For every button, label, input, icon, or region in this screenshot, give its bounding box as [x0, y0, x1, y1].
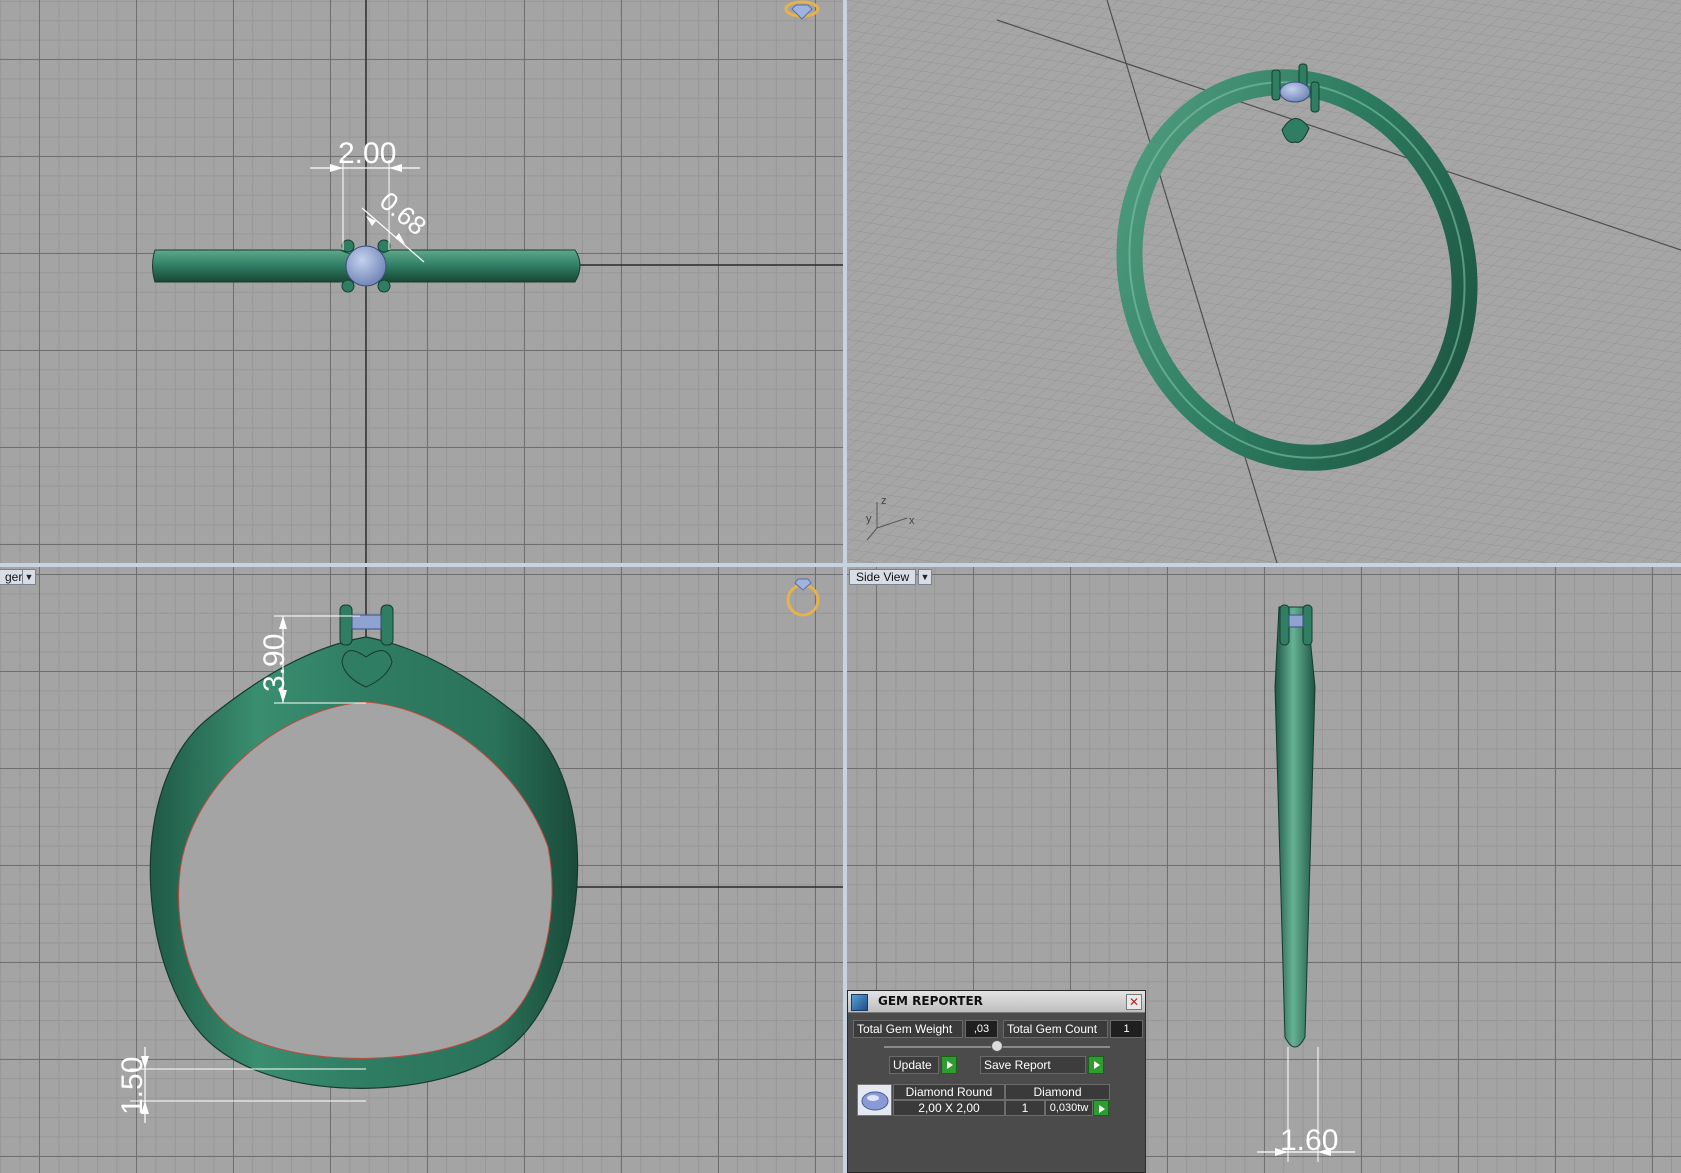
dim-3-90: 3.90	[258, 634, 291, 692]
viewport-separator-horizontal[interactable]	[0, 563, 1681, 567]
axis-y-label: y	[866, 513, 872, 525]
prong	[341, 279, 355, 293]
perspective-viewport[interactable]: z x y	[847, 0, 1681, 563]
gem-weight-cell: 0,030tw	[1045, 1100, 1093, 1116]
top-view-scene: 2.00 0.68	[152, 0, 843, 563]
front-view-scene: 3.90 1.50	[116, 567, 843, 1123]
front-view-dropdown-icon[interactable]: ▼	[22, 569, 36, 585]
side-view-dropdown-icon[interactable]: ▼	[918, 569, 932, 585]
axis-x-label: x	[909, 515, 915, 527]
gem-slider-knob[interactable]	[991, 1040, 1003, 1052]
gem-reporter-panel: GEM REPORTER ✕ Total Gem Weight ,03 Tota…	[847, 990, 1146, 1173]
close-icon[interactable]: ✕	[1126, 994, 1142, 1010]
view-ring-icon	[786, 578, 820, 617]
prong	[377, 239, 391, 253]
axis-z-label: z	[881, 495, 887, 507]
update-go-icon[interactable]	[941, 1056, 957, 1074]
save-report-go-icon[interactable]	[1088, 1056, 1104, 1074]
dim-0-68: 0.68	[374, 186, 432, 242]
gem-name-cell: Diamond Round	[893, 1084, 1005, 1100]
dim-1-50: 1.50	[116, 1057, 149, 1115]
total-gem-weight-label: Total Gem Weight	[853, 1020, 963, 1038]
gem-reporter-title: GEM REPORTER	[878, 994, 983, 1008]
update-button[interactable]: Update	[889, 1056, 939, 1074]
side-view-label[interactable]: Side View	[849, 569, 917, 585]
gem-qty-cell: 1	[1005, 1100, 1045, 1116]
dim-2-00: 2.00	[338, 137, 396, 170]
total-gem-count-label: Total Gem Count	[1003, 1020, 1108, 1038]
ring-side-body	[1274, 606, 1316, 1048]
total-gem-count-field[interactable]: 1	[1110, 1020, 1143, 1038]
total-gem-weight-field[interactable]: ,03	[965, 1020, 998, 1038]
gem-reporter-titlebar[interactable]: GEM REPORTER ✕	[848, 991, 1145, 1013]
front-viewport[interactable]: 3.90 1.50 ger ▼	[0, 567, 843, 1173]
gem-top	[345, 245, 387, 287]
top-viewport[interactable]: 2.00 0.68	[0, 0, 843, 563]
gem-size-cell: 2,00 X 2,00	[893, 1100, 1005, 1116]
dim-1-60: 1.60	[1280, 1124, 1338, 1157]
gem-row-go-icon[interactable]	[1093, 1100, 1109, 1116]
diamond-round-icon	[857, 1084, 892, 1116]
view-gem-icon	[784, 0, 820, 20]
prong	[377, 279, 391, 293]
prong	[341, 239, 355, 253]
perspective-scene: z x y	[847, 0, 1681, 563]
gem-reporter-app-icon	[851, 994, 868, 1011]
save-report-button[interactable]: Save Report	[980, 1056, 1086, 1074]
gem-material-cell: Diamond	[1005, 1084, 1110, 1100]
